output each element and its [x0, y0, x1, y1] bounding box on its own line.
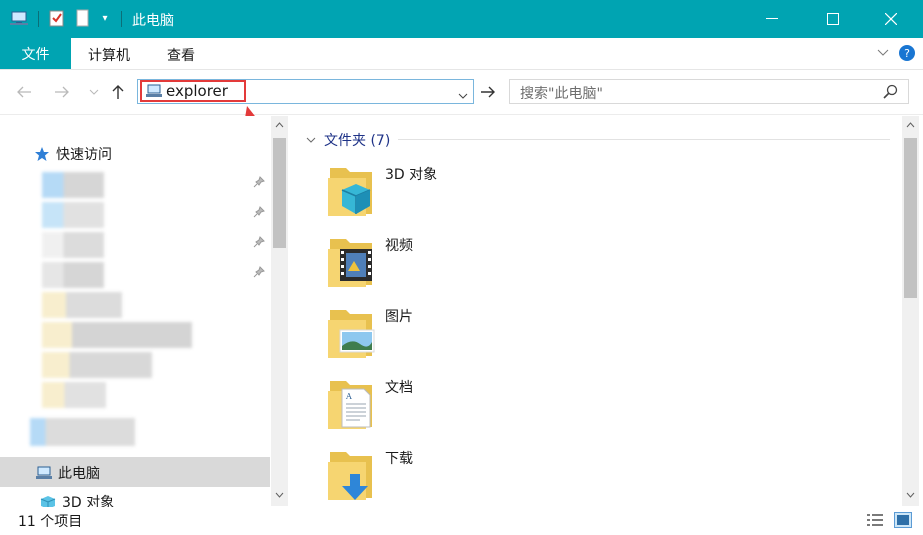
tab-computer[interactable]: 计算机	[88, 45, 130, 65]
details-view-icon[interactable]	[866, 512, 884, 528]
go-button[interactable]	[478, 82, 498, 102]
minimize-button[interactable]	[749, 0, 795, 38]
close-button[interactable]	[868, 0, 914, 38]
blurred-nav-item[interactable]	[42, 352, 152, 378]
nav-this-pc[interactable]: 此电脑	[0, 457, 270, 487]
folder-name: 下载	[385, 451, 413, 467]
pin-icon[interactable]	[252, 205, 266, 219]
group-header[interactable]: 文件夹 (7)	[306, 130, 390, 150]
svg-text:?: ?	[904, 47, 910, 60]
help-icon[interactable]: ?	[897, 43, 917, 63]
blurred-nav-item[interactable]	[42, 232, 104, 258]
large-icons-view-icon[interactable]	[894, 512, 912, 528]
folder-item[interactable]: 视频	[326, 233, 886, 295]
3d-objects-folder-icon	[328, 168, 372, 216]
svg-text:A: A	[345, 392, 352, 401]
folder-name: 3D 对象	[385, 167, 438, 183]
title-bar: ▾ 此电脑	[0, 0, 923, 38]
folder-name: 文档	[385, 380, 413, 396]
properties-icon[interactable]	[48, 9, 66, 27]
nav-this-pc-label: 此电脑	[58, 466, 100, 482]
pin-icon[interactable]	[252, 265, 266, 279]
pin-icon[interactable]	[252, 175, 266, 189]
status-bar: 11 个项目	[0, 507, 923, 535]
folder-name: 视频	[385, 238, 413, 254]
blurred-nav-item[interactable]	[42, 292, 122, 318]
content-scrollbar[interactable]	[902, 116, 919, 506]
tab-file[interactable]: 文件	[0, 38, 71, 69]
search-placeholder: 搜索"此电脑"	[520, 86, 603, 102]
folder-item[interactable]: 3D 对象	[326, 162, 886, 224]
new-folder-icon[interactable]	[74, 9, 92, 27]
scroll-down-icon[interactable]	[906, 492, 915, 498]
item-count: 11 个项目	[18, 514, 83, 530]
maximize-button[interactable]	[810, 0, 856, 38]
folder-item[interactable]: 下载	[326, 446, 886, 508]
group-header-label: 文件夹 (7)	[324, 133, 391, 149]
search-input[interactable]: 搜索"此电脑"	[509, 79, 909, 104]
scroll-down-icon[interactable]	[275, 492, 284, 498]
address-row: explorer 搜索"此电脑"	[0, 70, 923, 115]
up-button[interactable]	[108, 82, 128, 102]
back-button[interactable]	[14, 82, 34, 102]
pictures-folder-icon	[328, 310, 375, 358]
search-icon[interactable]	[883, 84, 898, 103]
navigation-pane: 快速访问 此电脑 3D 对象	[0, 116, 290, 511]
quick-toolbar-dropdown-icon[interactable]: ▾	[96, 9, 114, 27]
blurred-nav-item[interactable]	[30, 418, 135, 446]
title-separator	[38, 11, 39, 27]
tab-view[interactable]: 查看	[167, 45, 195, 65]
scroll-up-icon[interactable]	[275, 122, 284, 128]
documents-folder-icon: A	[328, 381, 372, 429]
downloads-folder-icon	[328, 452, 372, 500]
scroll-thumb[interactable]	[904, 138, 917, 298]
blurred-nav-item[interactable]	[42, 172, 104, 198]
ribbon-tabs: 文件 计算机 查看 ?	[0, 38, 923, 70]
group-divider	[398, 139, 890, 140]
blurred-nav-item[interactable]	[42, 322, 192, 348]
folder-item[interactable]: A 文档	[326, 375, 886, 437]
blurred-nav-item[interactable]	[42, 262, 104, 288]
blurred-nav-item[interactable]	[42, 382, 106, 408]
expand-ribbon-icon[interactable]	[873, 43, 893, 63]
this-pc-icon	[36, 466, 52, 479]
videos-folder-icon	[328, 239, 372, 287]
scroll-thumb[interactable]	[273, 138, 286, 248]
nav-quick-access[interactable]: 快速访问	[34, 144, 112, 164]
this-pc-app-icon[interactable]	[10, 9, 28, 27]
scroll-up-icon[interactable]	[906, 122, 915, 128]
address-dropdown-icon[interactable]	[458, 87, 468, 103]
content-pane: 文件夹 (7) 3D 对象 视频 图片 A 文档 下载	[290, 116, 902, 506]
star-icon	[35, 147, 49, 161]
pin-icon[interactable]	[252, 235, 266, 249]
highlight-box	[140, 80, 246, 102]
nav-quick-access-label: 快速访问	[56, 147, 112, 163]
nav-scrollbar[interactable]	[271, 116, 288, 506]
window-title: 此电脑	[132, 13, 174, 29]
forward-button[interactable]	[52, 82, 72, 102]
folder-name: 图片	[385, 309, 413, 325]
title-separator	[121, 11, 122, 27]
folder-item[interactable]: 图片	[326, 304, 886, 366]
blurred-nav-item[interactable]	[42, 202, 104, 228]
collapse-chevron-icon[interactable]	[306, 137, 316, 143]
recent-locations-icon[interactable]	[84, 82, 104, 102]
